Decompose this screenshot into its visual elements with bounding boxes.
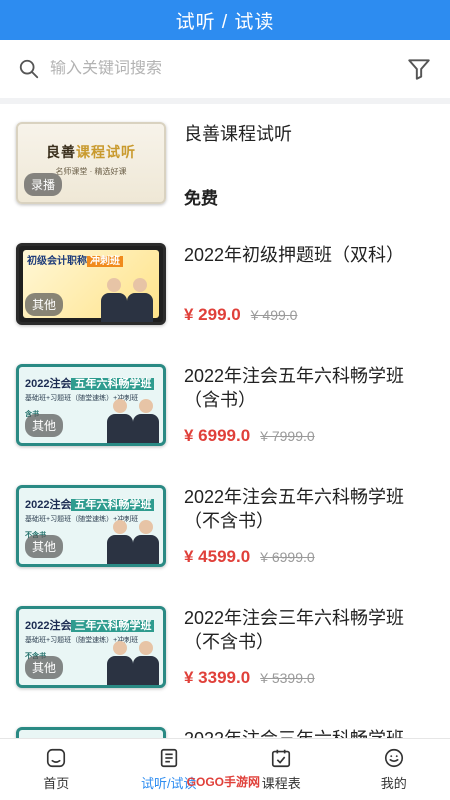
teacher-figure <box>133 641 159 685</box>
course-type-tag: 其他 <box>25 656 64 679</box>
watermark: GOGO手游网 <box>186 775 260 789</box>
teacher-figure <box>101 278 127 322</box>
course-type-tag: 其他 <box>25 293 64 316</box>
tab-label: 我的 <box>380 776 407 791</box>
course-original-price: ¥ 499.0 <box>250 307 298 323</box>
tab-trial[interactable]: 试听/试读 <box>113 739 226 800</box>
course-item[interactable]: 2022注会三年六科畅学班 基础班+习题班（随堂速练）+冲刺班 不含书 其他 2… <box>0 588 450 709</box>
course-title[interactable]: 良善课程试听 <box>184 122 434 146</box>
thumbnail-title: 2022注会 五年六科畅学班 <box>25 496 155 512</box>
thumbnail-title: 初级会计职称 冲刺班 <box>27 252 123 267</box>
course-thumbnail[interactable]: 初级会计职称 冲刺班 其他 <box>16 243 166 325</box>
course-price: ¥ 6999.0 <box>184 426 251 445</box>
course-title[interactable]: 2022年注会三年六科畅学班 <box>184 727 434 738</box>
page-header: 试听 / 试读 <box>0 0 450 40</box>
course-item[interactable]: 初级会计职称 冲刺班 其他 2022年初级押题班（双科） ¥ 299.0 ¥ 49… <box>0 225 450 346</box>
tab-home[interactable]: 首页 <box>0 739 113 800</box>
course-thumbnail[interactable]: 2022注会三年六科畅学班 基础班+习题班（随堂速练）+冲刺班 不含书 其他 <box>16 606 166 688</box>
course-price: ¥ 4599.0 <box>184 547 251 566</box>
course-title[interactable]: 2022年初级押题班（双科） <box>184 243 434 267</box>
course-original-price: ¥ 7999.0 <box>260 428 315 444</box>
course-type-tag: 其他 <box>25 535 64 558</box>
course-original-price: ¥ 6999.0 <box>260 549 315 565</box>
search-input[interactable] <box>50 60 406 78</box>
teacher-figure <box>127 278 153 322</box>
tab-schedule[interactable]: 课程表 <box>225 739 338 800</box>
search-icon[interactable] <box>18 58 40 80</box>
course-thumbnail[interactable]: 2022注会五年六科畅学班 基础班+习题班（随堂速练）+冲刺班 不含书 其他 <box>16 485 166 567</box>
thumbnail-title: 2022注会 三年六科畅学班 <box>25 617 155 633</box>
home-icon <box>47 748 66 768</box>
course-thumbnail[interactable]: 2022注会五年六科畅学班 基础班+习题班（随堂速练）+冲刺班 含书 其他 <box>16 364 166 446</box>
profile-icon <box>384 748 403 768</box>
teacher-figure <box>107 641 133 685</box>
course-price: ¥ 299.0 <box>184 305 241 324</box>
course-item[interactable]: 2022年注会三年六科畅学班 <box>0 709 450 738</box>
page-title: 试听 / 试读 <box>175 11 275 33</box>
course-item[interactable]: 2022注会五年六科畅学班 基础班+习题班（随堂速练）+冲刺班 含书 其他 20… <box>0 346 450 467</box>
bottom-tab-bar: 首页 试听/试读 课程表 我的 GOGO手游网 <box>0 738 450 800</box>
course-thumbnail[interactable] <box>16 727 166 738</box>
course-price: ¥ 3399.0 <box>184 668 251 687</box>
course-title[interactable]: 2022年注会五年六科畅学班（不含书） <box>184 485 434 533</box>
course-original-price: ¥ 5399.0 <box>260 670 315 686</box>
course-title[interactable]: 2022年注会五年六科畅学班（含书） <box>184 364 434 412</box>
schedule-icon <box>272 749 291 768</box>
course-item[interactable]: 良善课程试听 名师课堂 · 精选好课 录播 良善课程试听 免费 <box>0 104 450 225</box>
filter-icon[interactable] <box>406 56 432 82</box>
teacher-figure <box>133 399 159 443</box>
trial-icon <box>160 748 177 768</box>
course-title[interactable]: 2022年注会三年六科畅学班（不含书） <box>184 606 434 654</box>
teacher-figure <box>107 520 133 564</box>
tab-profile[interactable]: 我的 <box>338 739 450 800</box>
thumbnail-title: 2022注会 五年六科畅学班 <box>25 375 155 391</box>
teacher-figure <box>133 520 159 564</box>
search-bar <box>0 40 450 104</box>
course-type-tag: 其他 <box>25 414 64 437</box>
teacher-figure <box>107 399 133 443</box>
course-thumbnail[interactable]: 良善课程试听 名师课堂 · 精选好课 录播 <box>16 122 166 204</box>
tab-label: 首页 <box>43 776 70 791</box>
thumbnail-title: 良善课程试听 <box>46 144 136 160</box>
tab-label: 课程表 <box>261 776 301 791</box>
course-list: 良善课程试听 名师课堂 · 精选好课 录播 良善课程试听 免费 初级会计职称 冲刺… <box>0 104 450 738</box>
course-type-tag: 录播 <box>24 173 63 196</box>
course-item[interactable]: 2022注会五年六科畅学班 基础班+习题班（随堂速练）+冲刺班 不含书 其他 2… <box>0 467 450 588</box>
course-price: 免费 <box>184 189 218 208</box>
